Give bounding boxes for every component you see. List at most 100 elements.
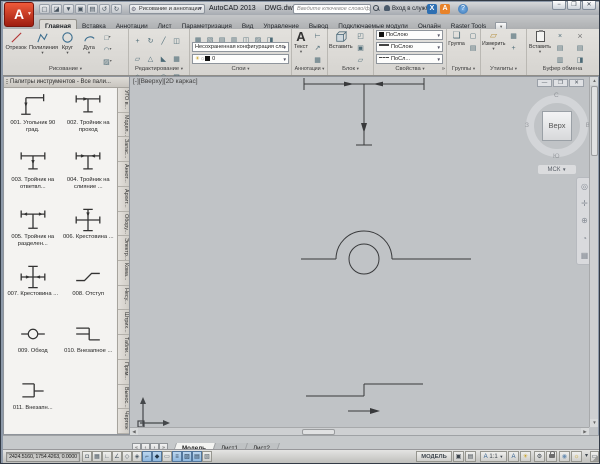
- ortho-toggle-icon[interactable]: ∟: [102, 451, 112, 462]
- open-file-icon[interactable]: ◪: [51, 4, 62, 14]
- save-as-icon[interactable]: ▣: [75, 4, 86, 14]
- vertical-scrollbar[interactable]: ▲ ▼: [589, 77, 598, 427]
- panel-label-block[interactable]: Блок ▾: [328, 66, 373, 74]
- palette-tab-11[interactable]: Табли...: [118, 335, 129, 360]
- showmotion-icon[interactable]: ▦: [581, 251, 589, 260]
- palette-item[interactable]: 006. Крестовина ...: [61, 203, 115, 260]
- osnap-toggle-icon[interactable]: ◇: [122, 451, 132, 462]
- paste-block-icon[interactable]: ◨: [573, 55, 587, 66]
- redo-icon[interactable]: ↻: [111, 4, 122, 14]
- annotation-scale-button[interactable]: А 1:1 ▼: [480, 451, 507, 462]
- palette-item[interactable]: 010. Внезапное ...: [61, 317, 115, 374]
- help-button[interactable]: ?: [458, 4, 468, 14]
- panel-label-layers[interactable]: Слои ▾: [190, 66, 291, 74]
- insert-block-button[interactable]: Вставить: [329, 30, 352, 66]
- autoscale-icon[interactable]: ☀: [520, 451, 531, 462]
- search-input[interactable]: Введите ключевое слово/фразу: [293, 4, 371, 14]
- steering-wheel-icon[interactable]: ◎: [581, 182, 588, 191]
- pan-icon[interactable]: ✛: [581, 199, 588, 208]
- undo-icon[interactable]: ↺: [99, 4, 110, 14]
- bypass-symbol[interactable]: [301, 231, 471, 274]
- measure-tool-button[interactable]: ▱ Измерить▾: [482, 30, 505, 66]
- palette-tab-10[interactable]: Штрих...: [118, 310, 129, 335]
- paste-button[interactable]: Вставить▾: [529, 30, 551, 66]
- match-properties-icon[interactable]: ▥: [554, 55, 566, 66]
- compass-south-label[interactable]: Ю: [553, 153, 560, 160]
- palette-item[interactable]: 002. Тройник на проход: [61, 89, 115, 146]
- palette-item[interactable]: 007. Крестовина ...: [6, 260, 60, 317]
- horizontal-scrollbar[interactable]: ◀ ▶: [130, 427, 589, 435]
- palette-item[interactable]: 008. Отступ: [61, 260, 115, 317]
- restore-button[interactable]: ❐: [567, 1, 581, 10]
- dimension-icon[interactable]: ⊢: [311, 31, 324, 42]
- compass-north-label[interactable]: С: [554, 92, 559, 99]
- scroll-right-icon[interactable]: ▶: [581, 428, 589, 435]
- palette-tab-8[interactable]: Кома...: [118, 261, 129, 286]
- lock-icon[interactable]: [546, 451, 557, 462]
- panel-label-modify[interactable]: Редактирование ▾: [129, 66, 189, 74]
- array-icon[interactable]: ▦: [170, 54, 183, 65]
- copy-icon[interactable]: ▱: [131, 54, 144, 65]
- paste-special-icon[interactable]: ▤: [573, 43, 587, 54]
- circle-tool-button[interactable]: Круг▾: [57, 30, 78, 66]
- sc-toggle-icon[interactable]: ▧: [202, 451, 212, 462]
- osnap3d-toggle-icon[interactable]: ◈: [132, 451, 142, 462]
- panel-label-properties[interactable]: Свойства ▾»: [374, 66, 446, 74]
- hardware-accel-icon[interactable]: ☼: [571, 451, 582, 462]
- palette-item[interactable]: 009. Обход: [6, 317, 60, 374]
- palette-item[interactable]: 005. Тройник на разделен...: [6, 203, 60, 260]
- palette-title-bar[interactable]: Палитры инструментов - Все пали...: [4, 77, 129, 88]
- palette-tab-9[interactable]: Несу...: [118, 286, 129, 311]
- palette-tab-4[interactable]: Аннот...: [118, 162, 129, 187]
- resize-grip-icon[interactable]: ◢: [593, 454, 598, 462]
- drawing-canvas[interactable]: [-][Вверху][2D каркас] — ❐ ✕: [130, 76, 598, 435]
- palette-tab-7[interactable]: Электр...: [118, 236, 129, 261]
- palette-tab-14[interactable]: Чертеж: [118, 409, 129, 434]
- vertical-scroll-thumb[interactable]: [591, 86, 598, 156]
- workspace-switcher[interactable]: ⚙ Рисование и аннотации ▼: [129, 4, 205, 14]
- search-icon[interactable]: [373, 5, 380, 12]
- erase-icon[interactable]: ◫: [170, 36, 183, 47]
- layer-combo[interactable]: ☀☼0▼: [192, 54, 289, 64]
- polyline-tool-button[interactable]: Полилиния▾: [29, 30, 56, 66]
- palette-tab-1[interactable]: УГО в...: [118, 88, 129, 113]
- viewcube[interactable]: С В Ю З Верх: [524, 93, 590, 159]
- close-button[interactable]: ✕: [582, 1, 596, 10]
- model-space-button[interactable]: МОДЕЛЬ: [416, 451, 452, 462]
- zoom-icon[interactable]: ⊕: [581, 216, 588, 225]
- mirror-icon[interactable]: △: [144, 54, 157, 65]
- hatch-icon[interactable]: ▨▾: [101, 55, 114, 66]
- palette-tab-6[interactable]: Обору...: [118, 212, 129, 237]
- trim-icon[interactable]: ╱: [157, 36, 170, 47]
- quick-view-drawings-icon[interactable]: ▤: [465, 451, 476, 462]
- edit-attribute-icon[interactable]: ▣: [354, 43, 367, 54]
- isolate-objects-icon[interactable]: ◉: [559, 451, 570, 462]
- rotate-icon[interactable]: ↻: [144, 36, 157, 47]
- plot-icon[interactable]: ▤: [87, 4, 98, 14]
- palette-tab-3[interactable]: Запас...: [118, 137, 129, 162]
- cancel-icon[interactable]: ×: [573, 31, 587, 42]
- minimize-button[interactable]: −: [552, 1, 566, 10]
- orbit-icon[interactable]: ◔: [582, 234, 587, 243]
- color-combo[interactable]: ПоСлою▼: [376, 30, 443, 40]
- fillet-icon[interactable]: ◣: [157, 54, 170, 65]
- palette-tab-2[interactable]: Модел...: [118, 113, 129, 138]
- palette-tab-5[interactable]: Архит...: [118, 187, 129, 212]
- line-tool-button[interactable]: Отрезок: [4, 30, 28, 66]
- dyn-toggle-icon[interactable]: ▭: [162, 451, 172, 462]
- quick-view-layouts-icon[interactable]: ▣: [453, 451, 464, 462]
- palette-tab-13[interactable]: Вынос...: [118, 385, 129, 410]
- id-point-icon[interactable]: +: [507, 43, 520, 54]
- panel-label-utilities[interactable]: Утилиты ▾: [481, 66, 526, 74]
- tpy-toggle-icon[interactable]: ▨: [182, 451, 192, 462]
- coordinates-readout[interactable]: 2424.5160, 1754.4263, 0.0000: [6, 452, 80, 462]
- workspace-gear-icon[interactable]: ⚙: [534, 451, 545, 462]
- move-icon[interactable]: +: [131, 36, 144, 47]
- palette-item[interactable]: 004. Тройник на слияние ...: [61, 146, 115, 203]
- copy-clip-icon[interactable]: ▤: [554, 43, 566, 54]
- cut-icon[interactable]: ×: [554, 31, 566, 42]
- polar-toggle-icon[interactable]: ∠: [112, 451, 122, 462]
- create-block-icon[interactable]: ◰: [354, 31, 367, 42]
- viewcube-top-face[interactable]: Верх: [542, 111, 572, 141]
- quick-calc-icon[interactable]: ▦: [507, 31, 520, 42]
